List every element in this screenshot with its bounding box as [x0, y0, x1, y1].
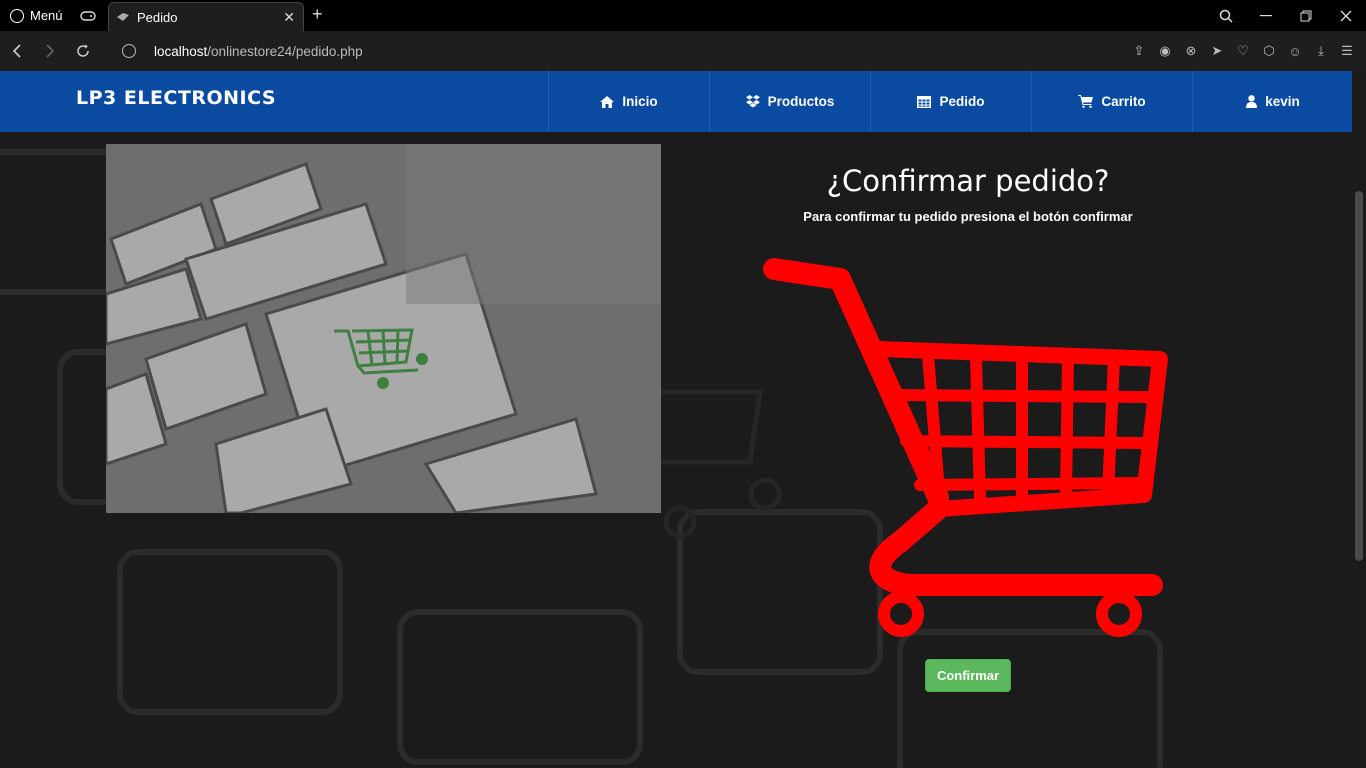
confirm-button[interactable]: Confirmar — [925, 659, 1011, 692]
tab-favicon-icon — [117, 13, 129, 21]
page-content: ¿Confirmar pedido? Para confirmar tu ped… — [0, 132, 1352, 768]
nav-label: Pedido — [939, 94, 985, 109]
share-icon[interactable]: ⇪ — [1126, 43, 1152, 59]
browser-search-icon[interactable] — [1206, 0, 1246, 31]
new-tab-button[interactable]: + — [312, 4, 323, 25]
site-navbar: LP3 ELECTRONICS Inicio Productos Pedido … — [0, 71, 1352, 132]
url-field[interactable]: localhost /onlinestore24/pedido.php — [122, 31, 363, 71]
table-icon — [917, 95, 932, 108]
nav-item-productos[interactable]: Productos — [709, 71, 870, 132]
nav-item-pedido[interactable]: Pedido — [870, 71, 1031, 132]
opera-logo-icon — [10, 8, 24, 23]
home-icon — [600, 95, 615, 108]
keyboard-cart-photo — [106, 144, 661, 513]
page-scrollbar[interactable] — [1352, 71, 1366, 768]
restore-window-icon[interactable] — [1286, 0, 1326, 31]
page-subtitle: Para confirmar tu pedido presiona el bot… — [803, 209, 1133, 224]
browser-menu-button[interactable]: Menú — [0, 0, 73, 31]
reload-icon[interactable] — [66, 31, 99, 71]
profile-icon[interactable]: ☺ — [1282, 44, 1308, 59]
scrollbar-thumb[interactable] — [1355, 191, 1363, 561]
page-title: ¿Confirmar pedido? — [826, 164, 1110, 198]
nav-item-carrito[interactable]: Carrito — [1031, 71, 1192, 132]
easy-setup-icon[interactable]: ☰ — [1334, 43, 1360, 59]
nav-item-user[interactable]: kevin — [1192, 71, 1353, 132]
browser-menu-label: Menú — [30, 8, 63, 23]
gamepad-icon[interactable] — [73, 0, 103, 31]
snapshot-icon[interactable]: ◉ — [1152, 43, 1178, 59]
url-host: localhost — [154, 43, 208, 59]
minimize-window-icon[interactable] — [1246, 0, 1286, 31]
dropbox-icon — [745, 95, 760, 108]
close-window-icon[interactable] — [1326, 0, 1366, 31]
heart-icon[interactable]: ♡ — [1230, 43, 1256, 59]
cube-icon[interactable]: ⬡ — [1256, 43, 1282, 59]
download-icon[interactable]: ⤓ — [1308, 43, 1334, 59]
back-arrow-icon[interactable] — [0, 31, 33, 71]
shopping-cart-icon — [763, 258, 1168, 637]
globe-icon — [122, 44, 136, 58]
nav-label: Carrito — [1101, 94, 1146, 109]
browser-tab-active[interactable]: Pedido ✕ — [108, 2, 304, 31]
tab-title: Pedido — [137, 9, 178, 25]
user-icon — [1246, 95, 1258, 108]
adblock-icon[interactable]: ⊗ — [1178, 43, 1204, 59]
brand-logo[interactable]: LP3 ELECTRONICS — [76, 87, 276, 109]
cart-icon — [1078, 95, 1094, 108]
browser-address-bar: localhost /onlinestore24/pedido.php ⇪ ◉ … — [0, 31, 1366, 71]
browser-tab-bar: Menú Pedido ✕ + — [0, 0, 1366, 31]
nav-item-inicio[interactable]: Inicio — [548, 71, 709, 132]
nav-label: Productos — [767, 94, 835, 109]
url-path: /onlinestore24/pedido.php — [207, 43, 363, 59]
tab-close-icon[interactable]: ✕ — [283, 9, 295, 26]
nav-label: kevin — [1265, 94, 1300, 109]
nav-label: Inicio — [622, 94, 658, 109]
forward-arrow-icon[interactable] — [33, 31, 66, 71]
send-icon[interactable]: ➤ — [1204, 43, 1230, 59]
